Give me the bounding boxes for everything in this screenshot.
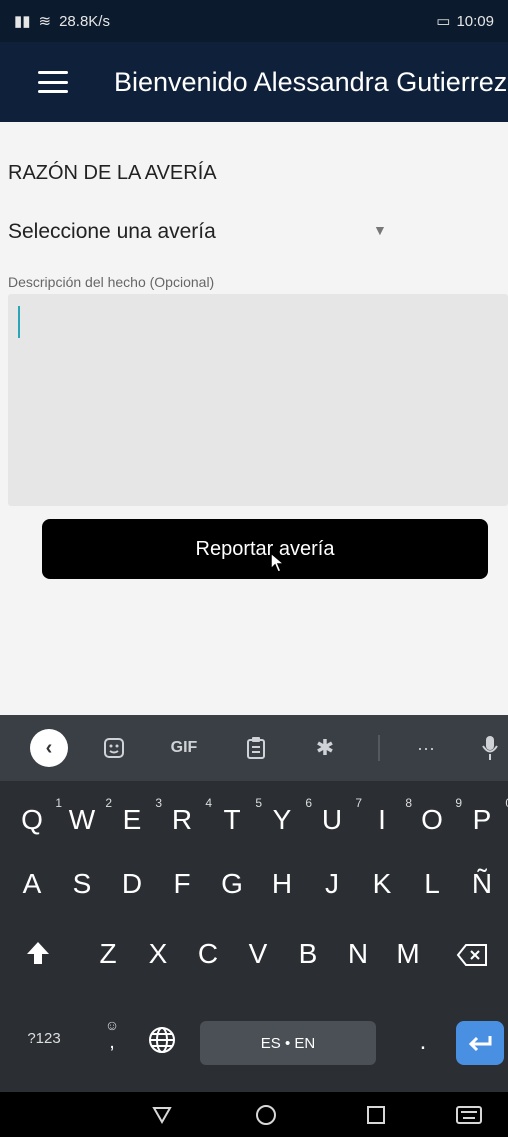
toolbar-back-button[interactable]: ‹ bbox=[24, 715, 74, 781]
key-m[interactable]: M bbox=[388, 938, 428, 970]
key-a[interactable]: A bbox=[12, 868, 52, 900]
failure-select[interactable]: Seleccione una avería ▼ bbox=[8, 212, 388, 252]
key-row-3: Z X C V B N M bbox=[0, 922, 508, 992]
key-g[interactable]: G bbox=[212, 868, 252, 900]
comma-key[interactable]: ☺ , bbox=[92, 1018, 132, 1052]
key-r[interactable]: R4 bbox=[162, 796, 212, 836]
more-button[interactable]: ··· bbox=[398, 715, 454, 781]
key-c[interactable]: C bbox=[188, 938, 228, 970]
key-p[interactable]: P0 bbox=[462, 796, 508, 836]
dropdown-icon: ▼ bbox=[373, 222, 387, 238]
key-o[interactable]: O9 bbox=[412, 796, 462, 836]
gif-button[interactable]: GIF bbox=[155, 715, 213, 781]
key-f[interactable]: F bbox=[162, 868, 202, 900]
key-z[interactable]: Z bbox=[88, 938, 128, 970]
app-bar: Bienvenido Alessandra Gutierrez bbox=[0, 42, 508, 122]
key-v[interactable]: V bbox=[238, 938, 278, 970]
status-left: ▮▮ ≋ 28.8K/s bbox=[14, 12, 110, 31]
key-n-tilde[interactable]: Ñ bbox=[462, 868, 502, 900]
nav-keyboard-icon[interactable] bbox=[444, 1092, 494, 1137]
key-j[interactable]: J bbox=[312, 868, 352, 900]
select-value: Seleccione una avería bbox=[8, 220, 216, 243]
description-textarea[interactable] bbox=[8, 294, 508, 506]
network-speed: 28.8K/s bbox=[59, 12, 110, 30]
wifi-icon: ≋ bbox=[38, 13, 52, 30]
key-u[interactable]: U7 bbox=[312, 796, 362, 836]
status-right: ▭ 10:09 bbox=[436, 12, 494, 31]
period-key[interactable]: . bbox=[398, 1028, 448, 1056]
key-i[interactable]: I8 bbox=[362, 796, 412, 836]
chevron-left-icon: ‹ bbox=[30, 729, 68, 767]
key-row-2: A S D F G H J K L Ñ bbox=[0, 852, 508, 922]
text-caret bbox=[18, 306, 20, 338]
section-label: RAZÓN DE LA AVERÍA bbox=[8, 162, 217, 184]
key-l[interactable]: L bbox=[412, 868, 452, 900]
key-y[interactable]: Y6 bbox=[262, 796, 312, 836]
key-b[interactable]: B bbox=[288, 938, 328, 970]
key-d[interactable]: D bbox=[112, 868, 152, 900]
mic-icon[interactable] bbox=[472, 715, 508, 781]
menu-icon[interactable] bbox=[38, 71, 68, 93]
nav-home-icon[interactable] bbox=[244, 1092, 288, 1137]
description-label: Descripción del hecho (Opcional) bbox=[8, 274, 215, 290]
shift-icon[interactable] bbox=[14, 940, 62, 973]
nav-back-icon[interactable] bbox=[140, 1092, 184, 1137]
key-w[interactable]: W2 bbox=[62, 796, 112, 836]
key-s[interactable]: S bbox=[62, 868, 102, 900]
key-row-1: Q1 W2 E3 R4 T5 Y6 U7 I8 O9 P0 bbox=[0, 782, 508, 852]
report-button-label: Reportar avería bbox=[195, 537, 335, 560]
key-h[interactable]: H bbox=[262, 868, 302, 900]
gear-icon[interactable]: ✱ bbox=[300, 715, 350, 781]
nav-recent-icon[interactable] bbox=[354, 1092, 398, 1137]
enter-icon bbox=[468, 1036, 492, 1052]
page-title: Bienvenido Alessandra Gutierrez bbox=[114, 66, 508, 97]
key-t[interactable]: T5 bbox=[212, 796, 262, 836]
status-bar: ▮▮ ≋ 28.8K/s ▭ 10:09 bbox=[0, 0, 508, 42]
symbols-key[interactable]: ?123 bbox=[14, 1030, 74, 1047]
report-button[interactable]: Reportar avería bbox=[42, 519, 488, 579]
key-q[interactable]: Q1 bbox=[12, 796, 62, 836]
key-e[interactable]: E3 bbox=[112, 796, 162, 836]
toolbar-divider bbox=[378, 735, 380, 761]
battery-icon: ▭ bbox=[436, 13, 451, 30]
key-k[interactable]: K bbox=[362, 868, 402, 900]
globe-icon[interactable] bbox=[140, 1026, 184, 1061]
key-n[interactable]: N bbox=[338, 938, 378, 970]
clock: 10:09 bbox=[456, 12, 494, 30]
signal-icon: ▮▮ bbox=[14, 13, 31, 30]
emoji-icon: ☺ bbox=[104, 1017, 120, 1033]
space-bar[interactable]: ES • EN bbox=[200, 1021, 376, 1065]
pointer-icon bbox=[270, 552, 287, 573]
enter-key[interactable] bbox=[456, 1021, 504, 1065]
clipboard-icon[interactable] bbox=[232, 715, 280, 781]
backspace-icon[interactable] bbox=[444, 942, 500, 974]
sticker-icon[interactable] bbox=[92, 715, 136, 781]
key-x[interactable]: X bbox=[138, 938, 178, 970]
